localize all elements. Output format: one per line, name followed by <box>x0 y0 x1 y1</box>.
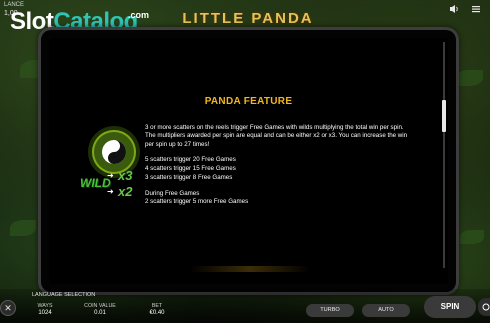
close-button[interactable]: ✕ <box>1 301 15 315</box>
feature-description: 3 or more scatters on the reels trigger … <box>145 124 408 148</box>
arrow-icon: ➜ <box>107 171 114 180</box>
turbo-button[interactable]: TURBO <box>306 304 354 317</box>
coin-value-display[interactable]: COIN VALUE 0.01 <box>80 303 120 316</box>
during-text: 2 scatters trigger 5 more Free Games <box>145 198 249 205</box>
coin-value-value: 0.01 <box>94 310 106 316</box>
spin-button[interactable]: SPIN <box>424 296 476 318</box>
game-title: LITTLE PANDA <box>182 10 314 27</box>
auto-button[interactable]: AUTO <box>362 304 410 317</box>
arrow-icon: ➜ <box>107 187 114 196</box>
bet-label: BET <box>151 303 163 309</box>
spin-options-button[interactable] <box>478 298 490 316</box>
ways-display: WAYS 1024 <box>30 303 60 316</box>
ways-value: 1024 <box>38 310 52 316</box>
paytable-scrollbar-track[interactable] <box>443 42 445 268</box>
feature-title: PANDA FEATURE <box>204 96 293 107</box>
ways-label: WAYS <box>37 303 53 309</box>
watermark-com: .com <box>128 10 150 20</box>
bet-value: €0.40 <box>149 310 165 316</box>
trigger-line: 3 scatters trigger 8 Free Games <box>145 174 233 181</box>
trigger-line: 4 scatters trigger 15 Free Games <box>145 165 236 172</box>
wild-multiplier-symbol: WILD ➜ ➜ x3 x2 <box>80 168 140 204</box>
leaf-decoration <box>455 70 483 86</box>
bet-display[interactable]: BET €0.40 <box>142 303 172 316</box>
sound-icon[interactable] <box>448 3 460 15</box>
leaf-decoration <box>460 230 484 244</box>
menu-icon[interactable] <box>470 3 482 15</box>
leaf-decoration <box>10 220 36 236</box>
trigger-line: 5 scatters trigger 20 Free Games <box>145 156 236 163</box>
multiplier-x3: x3 <box>118 168 133 183</box>
next-section-title-faded <box>190 266 310 272</box>
multiplier-x2: x2 <box>118 184 133 199</box>
language-selection-link[interactable]: LANGUAGE SELECTION <box>32 292 95 298</box>
coin-value-label: COIN VALUE <box>84 303 116 309</box>
